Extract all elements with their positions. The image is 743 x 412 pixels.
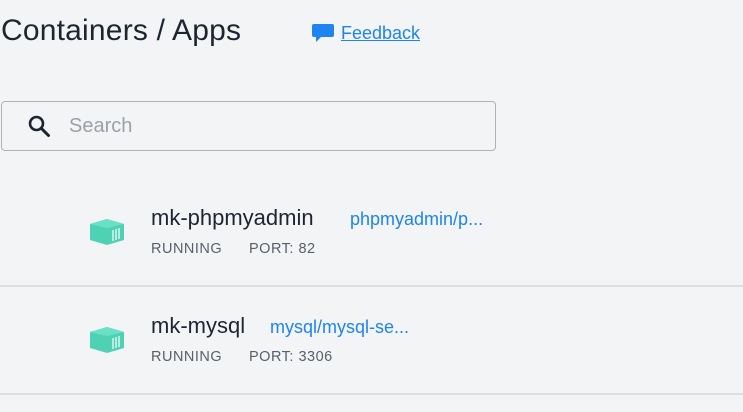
container-icon (90, 219, 124, 245)
containers-apps-page: Containers / Apps Feedback mk-phpmyadmin… (0, 0, 743, 412)
container-port: PORT: 3306 (249, 349, 333, 365)
feedback-label[interactable]: Feedback (341, 23, 420, 44)
container-image-link[interactable]: phpmyadmin/p... (350, 209, 483, 230)
row-divider (0, 393, 743, 395)
container-status: RUNNING (151, 349, 223, 365)
search-box[interactable] (1, 101, 496, 151)
container-port: PORT: 82 (249, 241, 316, 257)
page-title: Containers / Apps (1, 14, 242, 47)
container-icon (90, 327, 124, 353)
container-name[interactable]: mk-mysql (151, 313, 245, 339)
container-row-mk-phpmyadmin[interactable]: mk-phpmyadmin phpmyadmin/p... RUNNING PO… (0, 183, 743, 286)
search-icon (28, 115, 50, 137)
container-name[interactable]: mk-phpmyadmin (151, 205, 314, 231)
row-divider (0, 285, 743, 287)
container-row-mk-mysql[interactable]: mk-mysql mysql/mysql-se... RUNNING PORT:… (0, 290, 743, 393)
speech-bubble-icon (312, 24, 334, 42)
feedback-link[interactable]: Feedback (311, 22, 420, 44)
container-image-link[interactable]: mysql/mysql-se... (270, 317, 409, 338)
container-status: RUNNING (151, 241, 223, 257)
search-input[interactable] (69, 114, 449, 138)
